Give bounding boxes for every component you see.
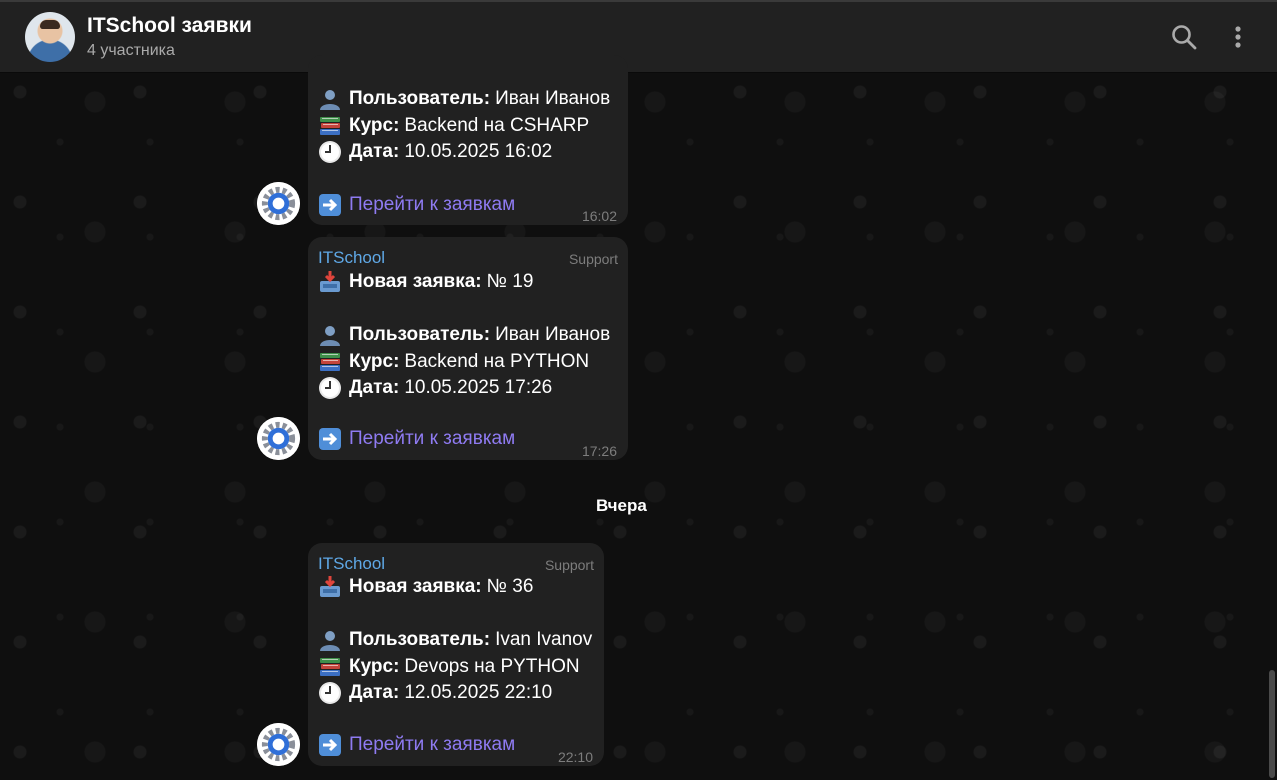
chat-background: [0, 72, 1277, 780]
message-title-line: Новая заявка: № 19: [318, 269, 610, 296]
arrow-right-icon: [318, 193, 342, 217]
user-icon: [318, 323, 342, 347]
bot-avatar-icon[interactable]: [257, 723, 300, 766]
bot-avatar-icon[interactable]: [257, 417, 300, 460]
inbox-tray-icon: [318, 575, 342, 599]
message-bubble[interactable]: ITSchool Support Новая заявка: № 19 Польз…: [308, 237, 628, 460]
books-icon: [318, 114, 342, 138]
inbox-tray-icon: [318, 270, 342, 294]
date-separator: Вчера: [596, 496, 647, 515]
message-time: 17:26: [581, 443, 617, 459]
arrow-right-icon: [318, 733, 342, 757]
message-user-line: Пользователь: Ivan Ivanov: [318, 627, 592, 654]
chat-avatar[interactable]: [25, 12, 75, 62]
open-requests-link[interactable]: Перейти к заявкам: [318, 192, 515, 219]
books-icon: [318, 655, 342, 679]
bot-avatar-icon[interactable]: [257, 182, 300, 225]
message-user-line: Пользователь: Иван Иванов: [318, 322, 610, 349]
message-date-line: Дата: 12.05.2025 22:10: [318, 680, 592, 707]
message-course-line: Курс: Backend на PYTHON: [318, 349, 610, 376]
message-date-line: Дата: 10.05.2025 17:26: [318, 375, 610, 402]
open-requests-link[interactable]: Перейти к заявкам: [318, 426, 515, 453]
message-bubble[interactable]: ITSchool Support Новая заявка: № 36 Польз…: [308, 543, 604, 766]
message-date-line: Дата: 10.05.2025 16:02: [318, 139, 610, 166]
user-icon: [318, 628, 342, 652]
message-bubble[interactable]: Пользователь: Иван Иванов Курс: Backend на…: [308, 55, 628, 225]
clock-icon: [318, 376, 342, 400]
arrow-right-icon: [318, 427, 342, 451]
more-vertical-icon[interactable]: [1224, 23, 1252, 51]
clock-icon: [318, 140, 342, 164]
message-sender[interactable]: ITSchool: [318, 245, 385, 272]
chat-title[interactable]: ITSchool заявки: [87, 14, 252, 38]
chat-members-count: 4 участника: [87, 42, 175, 59]
message-course-line: Курс: Devops на PYTHON: [318, 654, 592, 681]
chat-scrollbar[interactable]: [1269, 670, 1275, 778]
open-requests-link[interactable]: Перейти к заявкам: [318, 732, 515, 759]
message-user-line: Пользователь: Иван Иванов: [318, 86, 610, 113]
chat-header: ITSchool заявки 4 участника: [0, 2, 1277, 73]
clock-icon: [318, 681, 342, 705]
search-icon[interactable]: [1170, 23, 1198, 51]
message-time: 16:02: [581, 208, 617, 224]
message-course-line: Курс: Backend на CSHARP: [318, 113, 610, 140]
message-title-line: Новая заявка: № 36: [318, 574, 592, 601]
books-icon: [318, 350, 342, 374]
message-time: 22:10: [557, 749, 593, 765]
user-icon: [318, 87, 342, 111]
